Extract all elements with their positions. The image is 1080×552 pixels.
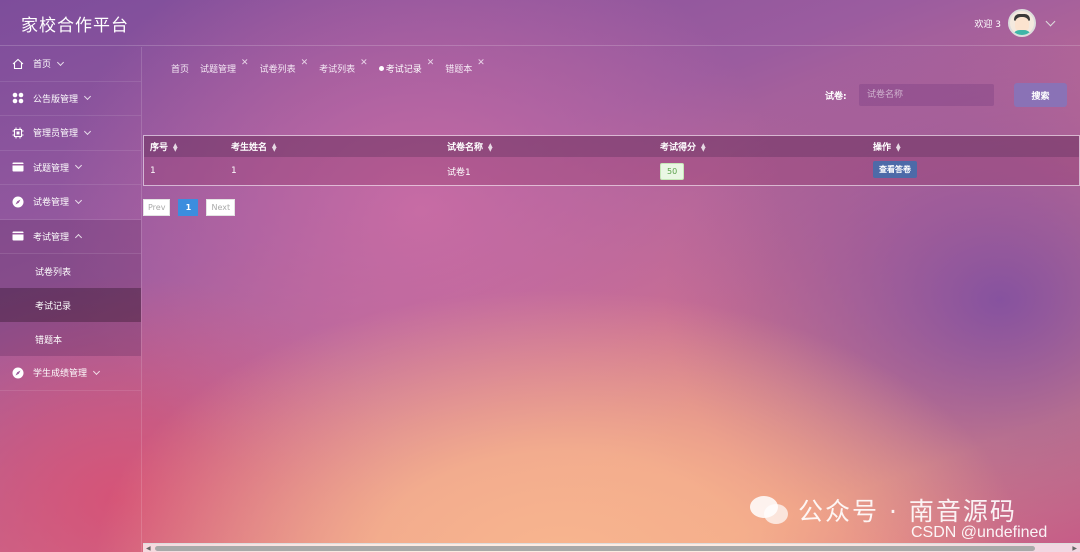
records-table: 序号 ▲ ▼ 考生姓名 ▲ ▼ 试卷名称 ▲ ▼ 考试得分 ▲ ▼ 操作 ▲ ▼ 1 1 试卷1 5… [143, 135, 1080, 186]
close-icon[interactable]: ✕ [241, 58, 249, 68]
apps-icon [12, 92, 24, 104]
next-page-button[interactable]: Next [206, 199, 236, 216]
sort-icon: ▲ ▼ [272, 141, 277, 153]
close-icon[interactable]: ✕ [301, 58, 309, 68]
sidebar-item-label: 学生成绩管理 [33, 369, 88, 380]
chevron-down-icon[interactable] [1045, 16, 1056, 26]
column-header[interactable]: 操作 ▲ ▼ [867, 136, 1079, 157]
chevron-down-icon [56, 58, 65, 66]
sort-icon: ▲ ▼ [488, 141, 493, 153]
watermark-text: 公众号 · 南音源码 [798, 497, 1017, 526]
prev-page-button[interactable]: Prev [143, 199, 171, 216]
sort-icon: ▲ ▼ [896, 141, 901, 153]
scrollbar-thumb[interactable] [155, 546, 1035, 551]
tab-wrong-book[interactable]: 错题本 ✕ [445, 58, 485, 75]
top-header: 家校合作平台 欢迎 3 [0, 0, 1080, 46]
close-icon[interactable]: ✕ [477, 58, 485, 68]
horizontal-scrollbar[interactable]: ◀ ▶ [143, 543, 1080, 552]
csdn-watermark: CSDN @undefined [911, 524, 1048, 541]
wechat-icon [750, 494, 792, 526]
scroll-left-icon[interactable]: ◀ [146, 545, 151, 552]
close-icon[interactable]: ✕ [427, 58, 435, 68]
sidebar-item-label: 管理员管理 [33, 129, 79, 140]
watermark: 公众号 · 南音源码 [750, 492, 1017, 528]
chevron-down-icon [92, 367, 101, 375]
welcome-text: 欢迎 3 [974, 19, 1001, 30]
chevron-down-icon [83, 93, 92, 101]
compass-icon [12, 196, 24, 208]
cell-paper: 试卷1 [447, 167, 471, 178]
chevron-down-icon [74, 196, 83, 204]
close-icon[interactable]: ✕ [360, 58, 368, 68]
scroll-right-icon[interactable]: ▶ [1072, 545, 1077, 552]
sidebar-item-label: 首页 [33, 60, 52, 71]
cell-student: 1 [231, 166, 237, 176]
sort-icon: ▲ ▼ [173, 141, 178, 153]
tab-exam-list[interactable]: 考试列表 ✕ [319, 58, 368, 75]
chevron-up-icon [74, 234, 83, 242]
sidebar-subitem-wrong-book[interactable]: 错题本 [0, 322, 141, 356]
sidebar: 首页 公告版管理 管理员管理 试题管理 试卷管理 考试管理 试卷列表 考试记录 … [0, 47, 142, 552]
table-header-row: 序号 ▲ ▼ 考生姓名 ▲ ▼ 试卷名称 ▲ ▼ 考试得分 ▲ ▼ 操作 ▲ ▼ [144, 136, 1079, 157]
sidebar-item-home[interactable]: 首页 [0, 47, 141, 82]
tab-home[interactable]: 首页 [171, 59, 189, 75]
sidebar-item-papers[interactable]: 试卷管理 [0, 185, 141, 220]
score-badge: 50 [660, 162, 685, 180]
sidebar-item-label: 考试管理 [33, 232, 70, 243]
sidebar-item-admin[interactable]: 管理员管理 [0, 116, 141, 151]
avatar[interactable] [1008, 9, 1036, 37]
cell-index: 1 [150, 166, 156, 176]
tab-bar: 首页 试题管理 ✕ 试卷列表 ✕ 考试列表 ✕ 考试记录 ✕ 错题本 ✕ [171, 58, 496, 75]
search-input[interactable] [859, 84, 994, 106]
tab-paper-list[interactable]: 试卷列表 ✕ [260, 58, 309, 75]
card-icon [12, 230, 24, 242]
user-menu[interactable]: 欢迎 3 [974, 9, 1056, 37]
active-dot-icon [378, 66, 384, 71]
column-header[interactable]: 试卷名称 ▲ ▼ [441, 136, 654, 157]
sidebar-subitem-exam-records[interactable]: 考试记录 [0, 288, 141, 322]
cell-action: 查看答卷 [867, 157, 1079, 185]
search-button[interactable]: 搜索 [1014, 83, 1067, 107]
app-title: 家校合作平台 [21, 16, 129, 36]
page-number-button[interactable]: 1 [178, 199, 199, 216]
pagination: Prev 1 Next [143, 199, 236, 216]
column-header[interactable]: 考试得分 ▲ ▼ [654, 136, 867, 157]
sidebar-item-notice[interactable]: 公告版管理 [0, 82, 141, 116]
chevron-down-icon [74, 162, 83, 170]
compass-icon [12, 367, 24, 379]
view-answers-button[interactable]: 查看答卷 [873, 160, 917, 178]
column-header[interactable]: 序号 ▲ ▼ [144, 136, 225, 157]
sidebar-item-questions[interactable]: 试题管理 [0, 151, 141, 185]
sidebar-subitem-paper-list[interactable]: 试卷列表 [0, 254, 141, 288]
sort-icon: ▲ ▼ [701, 141, 706, 153]
chip-icon [12, 127, 24, 139]
column-header[interactable]: 考生姓名 ▲ ▼ [225, 136, 441, 157]
search-label: 试卷: [825, 92, 847, 102]
chevron-down-icon [83, 127, 92, 135]
sidebar-item-label: 公告版管理 [33, 94, 79, 105]
sidebar-item-grades[interactable]: 学生成绩管理 [0, 356, 141, 391]
home-icon [12, 58, 24, 70]
sidebar-item-label: 试卷管理 [33, 198, 70, 209]
table-row: 1 1 试卷1 50 查看答卷 [144, 157, 1079, 185]
tab-exam-records[interactable]: 考试记录 ✕ [378, 58, 435, 75]
sidebar-item-label: 试题管理 [33, 163, 70, 174]
card-icon [12, 161, 24, 173]
cell-score: 50 [654, 157, 867, 185]
tab-questions[interactable]: 试题管理 ✕ [200, 58, 249, 75]
sidebar-item-exams[interactable]: 考试管理 [0, 219, 141, 254]
